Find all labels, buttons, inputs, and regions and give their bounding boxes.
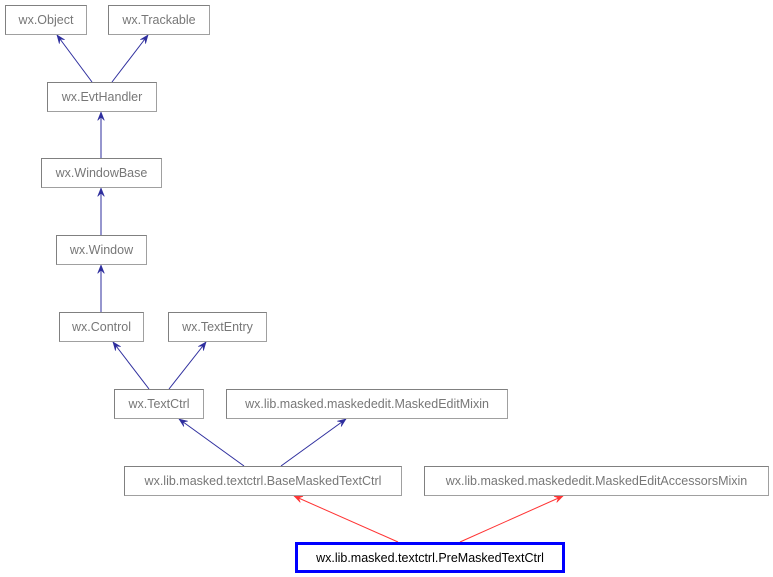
class-node-wx-textentry[interactable]: wx.TextEntry [168, 312, 267, 342]
edge-line [111, 34, 149, 83]
class-node-wx-windowbase[interactable]: wx.WindowBase [41, 158, 162, 188]
edge-premaskedtextctrl-to-accessorsmixin [459, 495, 564, 543]
arrowhead-icon [178, 418, 188, 427]
edge-evthandler-to-trackable [111, 34, 149, 83]
class-node-wx-control[interactable]: wx.Control [59, 312, 144, 342]
edge-line [168, 341, 207, 390]
edge-evthandler-to-object [56, 34, 93, 83]
class-node-pre-masked-text-ctrl-current[interactable]: wx.lib.masked.textctrl.PreMaskedTextCtrl [295, 542, 565, 573]
arrowhead-icon [112, 341, 121, 351]
arrowhead-icon [140, 34, 149, 44]
class-node-wx-window[interactable]: wx.Window [56, 235, 147, 265]
edge-control-to-window [97, 264, 105, 312]
edge-line [459, 495, 564, 543]
edge-line [280, 418, 347, 467]
edge-premaskedtextctrl-to-basemaskedtextctrl [293, 495, 399, 543]
edge-line [293, 495, 399, 543]
class-node-wx-evthandler[interactable]: wx.EvtHandler [47, 82, 157, 112]
edge-basemaskedtextctrl-to-maskededitmixin [280, 418, 347, 467]
edge-window-to-windowbase [97, 187, 105, 235]
class-node-wx-textctrl[interactable]: wx.TextCtrl [114, 389, 204, 419]
edge-line [178, 418, 245, 467]
class-node-wx-object[interactable]: wx.Object [5, 5, 87, 35]
class-node-base-masked-text-ctrl[interactable]: wx.lib.masked.textctrl.BaseMaskedTextCtr… [124, 466, 402, 496]
edge-textctrl-to-control [112, 341, 150, 390]
class-node-masked-edit-accessors-mixin[interactable]: wx.lib.masked.maskededit.MaskedEditAcces… [424, 466, 769, 496]
edge-windowbase-to-evthandler [97, 111, 105, 158]
edge-line [56, 34, 93, 83]
edge-line [112, 341, 150, 390]
class-node-wx-trackable[interactable]: wx.Trackable [108, 5, 210, 35]
edge-basemaskedtextctrl-to-textctrl [178, 418, 245, 467]
class-node-masked-edit-mixin[interactable]: wx.lib.masked.maskededit.MaskedEditMixin [226, 389, 508, 419]
arrowhead-icon [56, 34, 65, 44]
edge-textctrl-to-textentry [168, 341, 207, 390]
arrowhead-icon [337, 418, 347, 427]
